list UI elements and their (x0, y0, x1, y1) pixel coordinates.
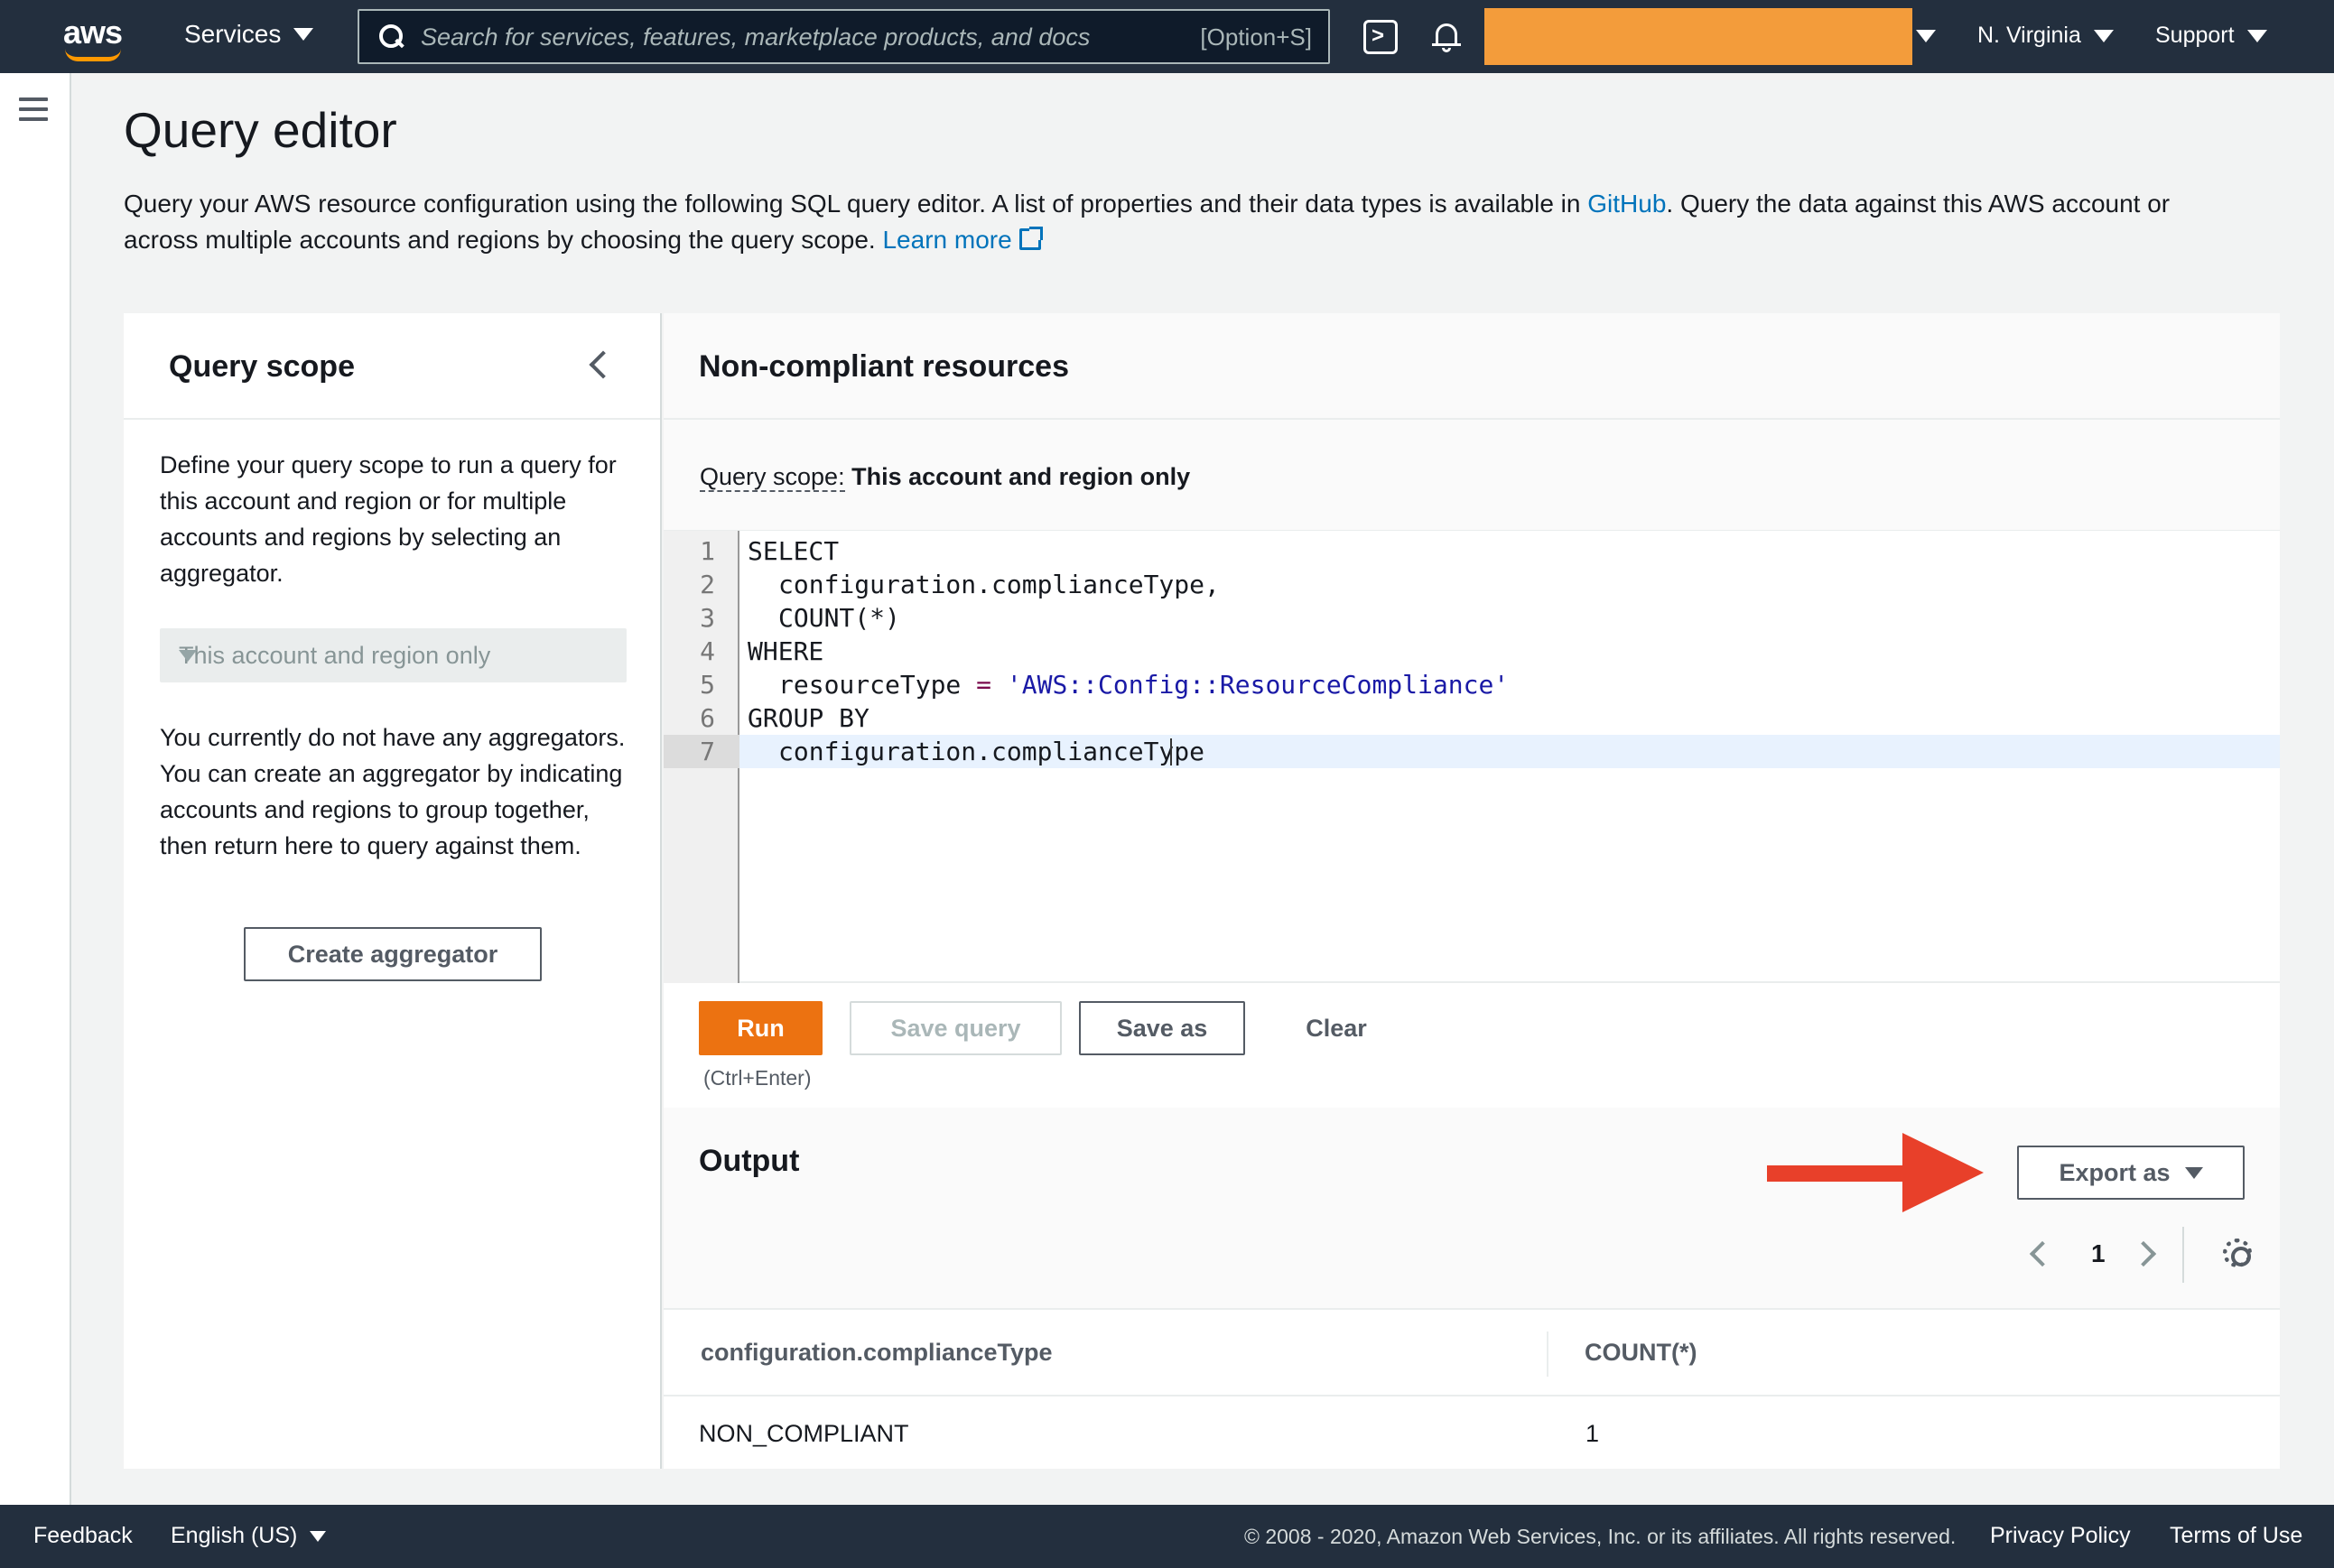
copyright-text: © 2008 - 2020, Amazon Web Services, Inc.… (1244, 1525, 1957, 1548)
page-description: Query your AWS resource configuration us… (124, 190, 2171, 254)
query-scope-panel: Query scope Define your query scope to r… (124, 313, 662, 1469)
sql-code-editor[interactable]: 1 SELECT 2 configuration.complianceType,… (664, 530, 2280, 984)
query-scope-label[interactable]: Query scope: (700, 463, 845, 492)
caret-down-icon (2246, 29, 2267, 42)
region-selector[interactable]: N. Virginia (1977, 23, 2114, 49)
query-scope-select: This account and region only (160, 628, 627, 682)
current-page-number[interactable]: 1 (2091, 1239, 2106, 1268)
code-line[interactable]: 5 resourceType = 'AWS::Config::ResourceC… (664, 668, 2280, 701)
account-caret-down-icon[interactable] (1916, 30, 1936, 42)
notifications-bell-icon[interactable] (1429, 20, 1464, 54)
side-navigation-rail (0, 73, 71, 1505)
query-scope-title: Query scope (169, 349, 355, 384)
save-query-button[interactable]: Save query (850, 1001, 1062, 1055)
cloudshell-icon[interactable]: > (1363, 20, 1398, 54)
create-aggregator-button[interactable]: Create aggregator (244, 927, 542, 981)
code-line-active[interactable]: 7 configuration.complianceType (664, 735, 2280, 768)
top-navigation: aws Services [Option+S] > N. Virginia Su… (0, 0, 2334, 73)
code-line[interactable]: 4 WHERE (664, 635, 2280, 668)
support-menu[interactable]: Support (2155, 23, 2267, 49)
annotation-arrow-icon (1767, 1133, 1984, 1212)
table-cell: NON_COMPLIANT (699, 1420, 909, 1447)
aws-logo[interactable]: aws (63, 16, 125, 61)
previous-page-icon[interactable] (2029, 1240, 2056, 1267)
export-as-label: Export as (2059, 1158, 2171, 1186)
table-row: NON_COMPLIANT 1 (664, 1396, 2280, 1469)
save-as-button[interactable]: Save as (1079, 1001, 1245, 1055)
run-button[interactable]: Run (699, 1001, 823, 1055)
clear-button[interactable]: Clear (1260, 1001, 1413, 1055)
column-header[interactable]: configuration.complianceType (701, 1339, 1053, 1367)
gear-icon[interactable] (2223, 1239, 2252, 1267)
query-editor-panel: Non-compliant resources Query scope: Thi… (664, 313, 2280, 1108)
aws-smile-icon (65, 49, 121, 61)
region-label: N. Virginia (1977, 23, 2081, 48)
search-box: [Option+S] (358, 9, 1330, 64)
privacy-policy-link[interactable]: Privacy Policy (1990, 1523, 2131, 1549)
caret-down-icon (310, 1530, 327, 1542)
export-as-button[interactable]: Export as (2017, 1146, 2245, 1200)
code-line[interactable]: 3 COUNT(*) (664, 601, 2280, 635)
aggregator-note: You currently do not have any aggregator… (160, 724, 626, 859)
code-line[interactable]: 1 SELECT (664, 534, 2280, 568)
query-scope-summary: Query scope: This account and region onl… (700, 463, 1191, 492)
footer: Feedback English (US) © 2008 - 2020, Ama… (0, 1505, 2334, 1568)
output-panel: Output Export as 1 configuration.complia… (664, 1108, 2280, 1469)
caret-down-icon (2184, 1166, 2203, 1179)
search-input[interactable] (421, 20, 1125, 54)
collapse-chevron-left-icon[interactable] (589, 350, 618, 379)
search-shortcut-hint: [Option+S] (1200, 23, 1312, 51)
run-shortcut-hint: (Ctrl+Enter) (703, 1066, 812, 1090)
query-scope-description: Define your query scope to run a query f… (160, 451, 617, 587)
page-title: Query editor (124, 102, 397, 158)
feedback-link[interactable]: Feedback (33, 1523, 133, 1549)
pagination: 1 (2022, 1227, 2257, 1283)
query-scope-select-value: This account and region only (179, 642, 491, 669)
services-label: Services (184, 20, 282, 48)
pagination-divider (2182, 1227, 2184, 1283)
code-line[interactable]: 6 GROUP BY (664, 701, 2280, 735)
query-scope-value: This account and region only (851, 463, 1191, 490)
query-name-title: Non-compliant resources (699, 349, 1069, 384)
learn-more-link[interactable]: Learn more (882, 226, 1011, 254)
caret-down-icon (2093, 29, 2114, 42)
search-icon (379, 24, 404, 50)
column-header[interactable]: COUNT(*) (1585, 1339, 1697, 1367)
editor-header: Non-compliant resources (664, 313, 2280, 420)
table-header: configuration.complianceType COUNT(*) (664, 1308, 2280, 1396)
external-link-icon (1018, 227, 1043, 250)
github-link[interactable]: GitHub (1587, 190, 1666, 218)
language-selector[interactable]: English (US) (171, 1523, 327, 1549)
hamburger-menu-icon[interactable] (19, 97, 48, 121)
text-cursor (1170, 738, 1172, 765)
editor-actions: Run Save query Save as Clear (Ctrl+Enter… (664, 983, 2280, 1108)
account-menu-redacted[interactable] (1484, 8, 1912, 65)
query-scope-header: Query scope (124, 313, 660, 420)
caret-down-icon (293, 28, 314, 41)
services-menu-button[interactable]: Services (184, 20, 314, 49)
code-line[interactable]: 2 configuration.complianceType, (664, 568, 2280, 601)
next-page-icon[interactable] (2130, 1240, 2157, 1267)
output-title: Output (699, 1144, 800, 1178)
language-label: English (US) (171, 1523, 298, 1548)
code-line-where-clause: resourceType = 'AWS::Config::ResourceCom… (778, 670, 1510, 700)
column-divider[interactable] (1547, 1331, 1548, 1377)
terms-of-use-link[interactable]: Terms of Use (2170, 1523, 2302, 1549)
results-table: configuration.complianceType COUNT(*) NO… (664, 1308, 2280, 1469)
table-cell: 1 (1585, 1420, 1600, 1447)
support-label: Support (2155, 23, 2235, 48)
caret-down-icon (179, 650, 197, 662)
